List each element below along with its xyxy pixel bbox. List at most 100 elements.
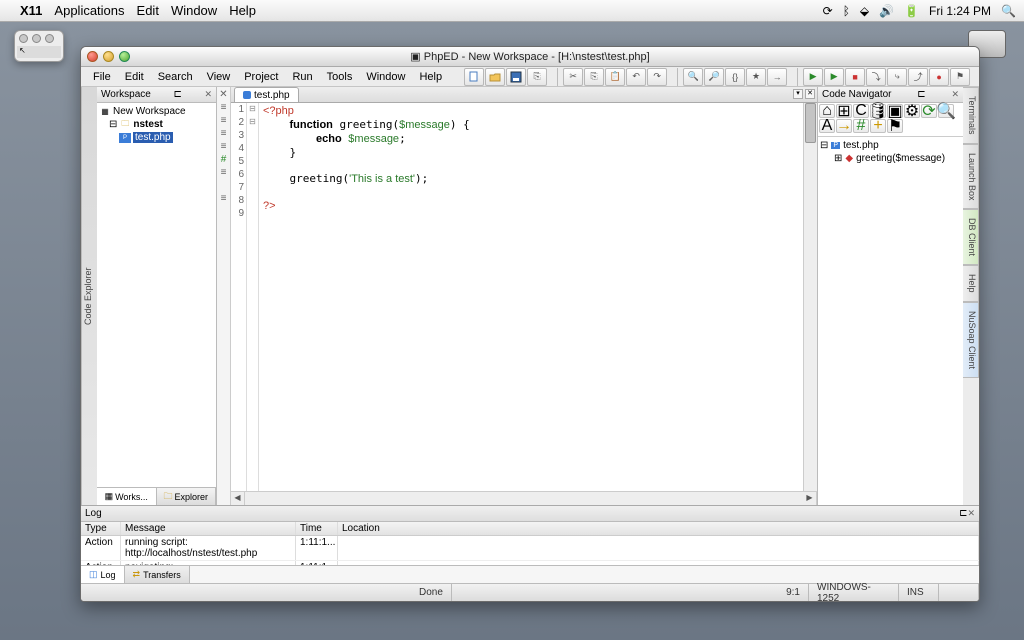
find-in-files-button[interactable]: 🔎 [704, 68, 724, 86]
menu-edit[interactable]: Edit [137, 3, 159, 18]
tab-log[interactable]: ◫Log [81, 566, 125, 583]
close-tab-icon[interactable]: ✕ [219, 88, 227, 101]
bracket-button[interactable]: {} [725, 68, 745, 86]
col-type[interactable]: Type [81, 522, 121, 535]
step-out-button[interactable]: ⤴ [908, 68, 928, 86]
nav-class-button[interactable]: C [853, 104, 869, 118]
tab-nusoap-client[interactable]: NuSoap Client [963, 302, 979, 378]
nav-more-button[interactable]: ⚑ [887, 119, 903, 133]
fold-gutter[interactable]: ⊟⊟ [247, 103, 259, 491]
copy-button[interactable]: ⎘ [584, 68, 604, 86]
scroll-left-button[interactable]: ◀ [231, 492, 245, 505]
wifi-icon[interactable]: ⬙ [860, 4, 869, 18]
tab-db-client[interactable]: DB Client [963, 209, 979, 265]
scrollbar-thumb[interactable] [805, 103, 816, 143]
tab-help[interactable]: Help [963, 265, 979, 302]
menu-search[interactable]: Search [152, 69, 199, 85]
col-location[interactable]: Location [338, 522, 979, 535]
debug-button[interactable]: ▶ [824, 68, 844, 86]
close-icon[interactable]: ✕ [967, 508, 975, 519]
nav-sort-button[interactable]: A [819, 119, 835, 133]
save-button[interactable] [506, 68, 526, 86]
close-icon[interactable]: ✕ [951, 89, 959, 100]
menu-applications[interactable]: Applications [54, 3, 124, 18]
breakpoint-button[interactable]: ● [929, 68, 949, 86]
code-explorer-tab[interactable]: Code Explorer [81, 87, 97, 505]
undo-button[interactable]: ↶ [626, 68, 646, 86]
redo-button[interactable]: ↷ [647, 68, 667, 86]
menu-project[interactable]: Project [238, 69, 284, 85]
close-editor-button[interactable]: ✕ [805, 89, 815, 99]
menu-tools[interactable]: Tools [321, 69, 359, 85]
toggle-button[interactable]: ⚑ [950, 68, 970, 86]
panel-pin-icon[interactable]: ⊏ [917, 89, 925, 100]
tree-project[interactable]: nstest [133, 119, 162, 130]
log-table[interactable]: Type Message Time Location Actionrunning… [81, 522, 979, 565]
tree-root[interactable]: New Workspace [113, 106, 186, 117]
panel-pin-icon[interactable]: ⊏ [959, 508, 967, 519]
col-message[interactable]: Message [121, 522, 296, 535]
menu-help[interactable]: Help [229, 3, 256, 18]
tab-workspace[interactable]: ▦Works... [97, 488, 157, 505]
nav-settings-button[interactable]: ⚙ [904, 104, 920, 118]
menu-edit[interactable]: Edit [119, 69, 150, 85]
log-row[interactable]: Actionrunning script: http://localhost/n… [81, 536, 979, 561]
horizontal-scrollbar[interactable]: ◀ ▶ [231, 491, 817, 505]
menu-run[interactable]: Run [286, 69, 318, 85]
tab-explorer[interactable]: 🗀Explorer [157, 488, 217, 505]
save-all-button[interactable]: ⎘ [527, 68, 547, 86]
line-marker[interactable]: ≡ [221, 101, 227, 114]
menu-view[interactable]: View [201, 69, 237, 85]
nav-find-button[interactable]: 🔍 [938, 104, 954, 118]
tab-launch-box[interactable]: Launch Box [963, 144, 979, 210]
col-time[interactable]: Time [296, 522, 338, 535]
sync-icon[interactable]: ⟳ [823, 4, 833, 18]
tree-file-selected[interactable]: test.php [133, 132, 173, 143]
x11-helper-window[interactable]: ↖ [14, 30, 64, 62]
nav-add-button[interactable]: + [870, 119, 886, 133]
scroll-right-button[interactable]: ▶ [803, 492, 817, 505]
battery-icon[interactable]: 🔋 [904, 4, 919, 18]
nav-db-button[interactable]: 🛢 [870, 104, 886, 118]
nav-refresh-button[interactable]: ⟳ [921, 104, 937, 118]
volume-icon[interactable]: 🔊 [879, 4, 894, 18]
cut-button[interactable]: ✂ [563, 68, 583, 86]
open-button[interactable] [485, 68, 505, 86]
nav-home-button[interactable]: ⌂ [819, 104, 835, 118]
stop-button[interactable]: ■ [845, 68, 865, 86]
step-over-button[interactable]: ⤵ [866, 68, 886, 86]
run-button[interactable]: ▶ [803, 68, 823, 86]
new-file-button[interactable] [464, 68, 484, 86]
goto-button[interactable]: → [767, 68, 787, 86]
window-titlebar[interactable]: ▣ PhpED - New Workspace - [H:\nstest\tes… [81, 47, 979, 67]
bookmark-button[interactable]: ★ [746, 68, 766, 86]
menu-help[interactable]: Help [413, 69, 448, 85]
split-dropdown-button[interactable]: ▾ [793, 89, 803, 99]
navigator-tree[interactable]: ⊟Ptest.php ⊞◆greeting($message) [818, 137, 963, 505]
workspace-tree[interactable]: ▦New Workspace ⊟🗀nstest Ptest.php [97, 103, 216, 487]
step-into-button[interactable]: ⤷ [887, 68, 907, 86]
code-editor[interactable]: <?php function greeting($message) { echo… [259, 103, 803, 491]
paste-button[interactable]: 📋 [605, 68, 625, 86]
panel-pin-icon[interactable]: ⊏ [173, 89, 181, 100]
menu-file[interactable]: File [87, 69, 117, 85]
expand-icon[interactable]: ⊞ [834, 153, 842, 164]
tab-terminals[interactable]: Terminals [963, 87, 979, 144]
bluetooth-icon[interactable]: ᛒ [843, 4, 850, 18]
nav-symbol-label[interactable]: greeting($message) [856, 153, 945, 164]
menu-window[interactable]: Window [360, 69, 411, 85]
clock[interactable]: Fri 1:24 PM [929, 4, 991, 18]
nav-goto-button[interactable]: → [836, 119, 852, 133]
find-button[interactable]: 🔍 [683, 68, 703, 86]
vertical-scrollbar[interactable] [803, 103, 817, 491]
nav-tree-button[interactable]: ⊞ [836, 104, 852, 118]
menu-window[interactable]: Window [171, 3, 217, 18]
collapse-icon[interactable]: ⊟ [820, 140, 828, 151]
nav-hash-button[interactable]: # [853, 119, 869, 133]
menu-x11[interactable]: X11 [20, 3, 42, 18]
collapse-icon[interactable]: ⊟ [109, 119, 117, 130]
spotlight-icon[interactable]: 🔍 [1001, 4, 1016, 18]
close-icon[interactable]: ✕ [204, 89, 212, 100]
nav-file-label[interactable]: test.php [843, 140, 879, 151]
tab-transfers[interactable]: ⇄Transfers [125, 566, 190, 583]
